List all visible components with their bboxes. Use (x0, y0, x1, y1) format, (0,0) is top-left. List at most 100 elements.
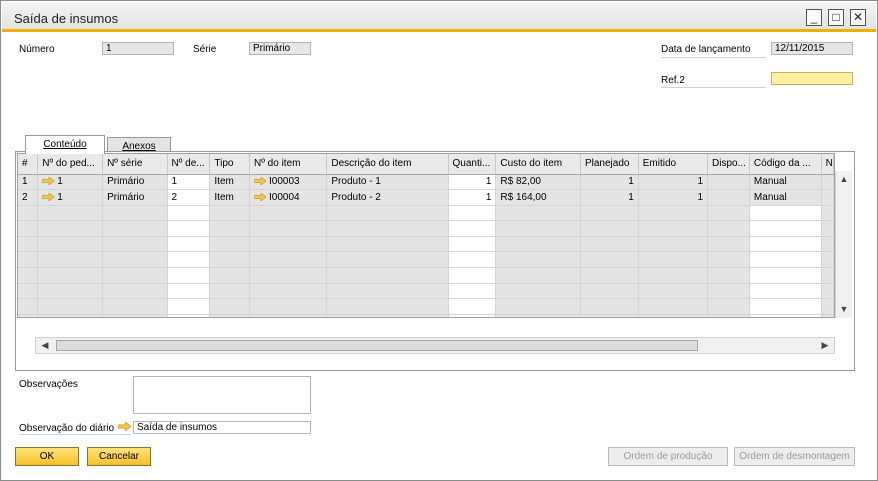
quantidade-cell[interactable]: 1 (448, 174, 497, 191)
descricao-cell[interactable]: Produto - 2 (326, 189, 449, 206)
col-header[interactable]: Quanti... (448, 154, 497, 175)
col-header[interactable]: Custo do item (495, 154, 581, 175)
col-header[interactable]: Dispo... (707, 154, 750, 175)
col-header[interactable]: Nº de... (167, 154, 211, 175)
custo-cell[interactable]: R$ 82,00 (495, 174, 581, 191)
empty-cell (37, 220, 104, 237)
empty-row (18, 251, 834, 269)
nde-cell[interactable]: 2 (167, 189, 211, 206)
link-arrow-icon[interactable] (42, 177, 55, 186)
row-index: 1 (18, 174, 39, 191)
empty-cell (580, 205, 639, 222)
empty-cell (37, 267, 104, 284)
serie-cell[interactable]: Primário (102, 174, 168, 191)
planejado-cell[interactable]: 1 (580, 174, 639, 191)
horizontal-scroll-thumb[interactable] (56, 340, 698, 351)
custo-cell[interactable]: R$ 164,00 (495, 189, 581, 206)
empty-cell (209, 236, 251, 253)
col-header[interactable]: Emitido (638, 154, 709, 175)
ref2-field[interactable] (771, 72, 853, 85)
minimize-icon[interactable]: _ (806, 9, 822, 26)
empty-cell (326, 236, 449, 253)
pedido-cell[interactable]: 1 (37, 189, 104, 206)
empty-cell (209, 314, 251, 317)
dispo-cell[interactable] (707, 174, 750, 191)
tab-conteudo[interactable]: Conteúdo (25, 135, 105, 154)
nde-cell[interactable]: 1 (167, 174, 211, 191)
obs-diario-label: Observação do diário (19, 423, 115, 434)
empty-cell (102, 236, 168, 253)
empty-cell (18, 220, 39, 237)
link-arrow-icon[interactable] (254, 177, 267, 186)
data-lancamento-field[interactable]: 12/11/2015 (771, 42, 853, 55)
col-header[interactable]: Nº do ped... (37, 154, 104, 175)
empty-cell (326, 251, 449, 269)
data-lancamento-label: Data de lançamento (661, 44, 751, 55)
pedido-cell[interactable]: 1 (37, 174, 104, 191)
empty-cell (167, 220, 211, 237)
ok-button[interactable]: OK (15, 447, 79, 466)
tipo-cell[interactable]: Item (209, 189, 251, 206)
tipo-cell[interactable]: Item (209, 174, 251, 191)
empty-row (18, 220, 834, 237)
cancel-button[interactable]: Cancelar (87, 447, 151, 466)
ordem-desmontagem-button[interactable]: Ordem de desmontagem (734, 447, 855, 466)
link-arrow-icon[interactable] (118, 422, 131, 431)
empty-cell (821, 236, 834, 253)
scroll-up-icon[interactable]: ▲ (837, 173, 851, 186)
table-row[interactable]: 2 1 Primário 2 Item I00004 Produto - 2 1… (18, 189, 834, 206)
serie-field[interactable]: Primário (249, 42, 311, 55)
empty-cell (249, 251, 328, 269)
empty-cell (37, 205, 104, 222)
codigo-cell[interactable]: Manual (749, 189, 822, 206)
link-arrow-icon[interactable] (254, 192, 267, 201)
empty-row (18, 267, 834, 284)
empty-cell (448, 205, 497, 222)
row-index: 2 (18, 189, 39, 206)
emitido-cell[interactable]: 1 (638, 174, 709, 191)
col-header[interactable]: Nº do item (249, 154, 328, 175)
codigo-cell[interactable]: Manual (749, 174, 822, 191)
empty-cell (495, 220, 581, 237)
item-cell[interactable]: I00004 (249, 189, 328, 206)
obs-diario-field[interactable]: Saída de insumos (133, 421, 311, 434)
col-header[interactable]: Código da ... (749, 154, 822, 175)
table-row[interactable]: 1 1 Primário 1 Item I00003 Produto - 1 1… (18, 174, 834, 191)
empty-cell (448, 236, 497, 253)
scroll-left-icon[interactable]: ◀ (38, 339, 52, 352)
item-cell[interactable]: I00003 (249, 174, 328, 191)
empty-cell (18, 298, 39, 315)
col-header[interactable]: Descrição do item (326, 154, 449, 175)
ordem-producao-button[interactable]: Ordem de produção (608, 447, 728, 466)
descricao-cell[interactable]: Produto - 1 (326, 174, 449, 191)
maximize-icon[interactable]: □ (828, 9, 844, 26)
scroll-right-icon[interactable]: ▶ (818, 339, 832, 352)
empty-cell (209, 283, 251, 300)
planejado-cell[interactable]: 1 (580, 189, 639, 206)
empty-cell (326, 298, 449, 315)
numero-field[interactable]: 1 (102, 42, 174, 55)
col-header[interactable]: # (18, 154, 39, 175)
quantidade-cell[interactable]: 1 (448, 189, 497, 206)
dispo-cell[interactable] (707, 189, 750, 206)
empty-cell (749, 236, 822, 253)
col-header[interactable]: Planejado (580, 154, 639, 175)
horizontal-scrollbar[interactable]: ◀ ▶ (35, 337, 835, 354)
empty-cell (495, 205, 581, 222)
scroll-down-icon[interactable]: ▼ (837, 303, 851, 316)
close-icon[interactable]: ✕ (850, 9, 866, 26)
empty-cell (249, 205, 328, 222)
observacoes-textarea[interactable] (133, 376, 311, 414)
extra-cell (821, 189, 834, 206)
empty-cell (580, 236, 639, 253)
empty-cell (209, 267, 251, 284)
empty-cell (749, 205, 822, 222)
col-header[interactable]: Tipo (209, 154, 251, 175)
col-header[interactable]: Nº série (102, 154, 168, 175)
emitido-cell[interactable]: 1 (638, 189, 709, 206)
link-arrow-icon[interactable] (42, 192, 55, 201)
col-header[interactable]: N (821, 154, 834, 175)
vertical-scrollbar[interactable]: ▲ ▼ (835, 171, 852, 318)
serie-cell[interactable]: Primário (102, 189, 168, 206)
empty-cell (167, 267, 211, 284)
